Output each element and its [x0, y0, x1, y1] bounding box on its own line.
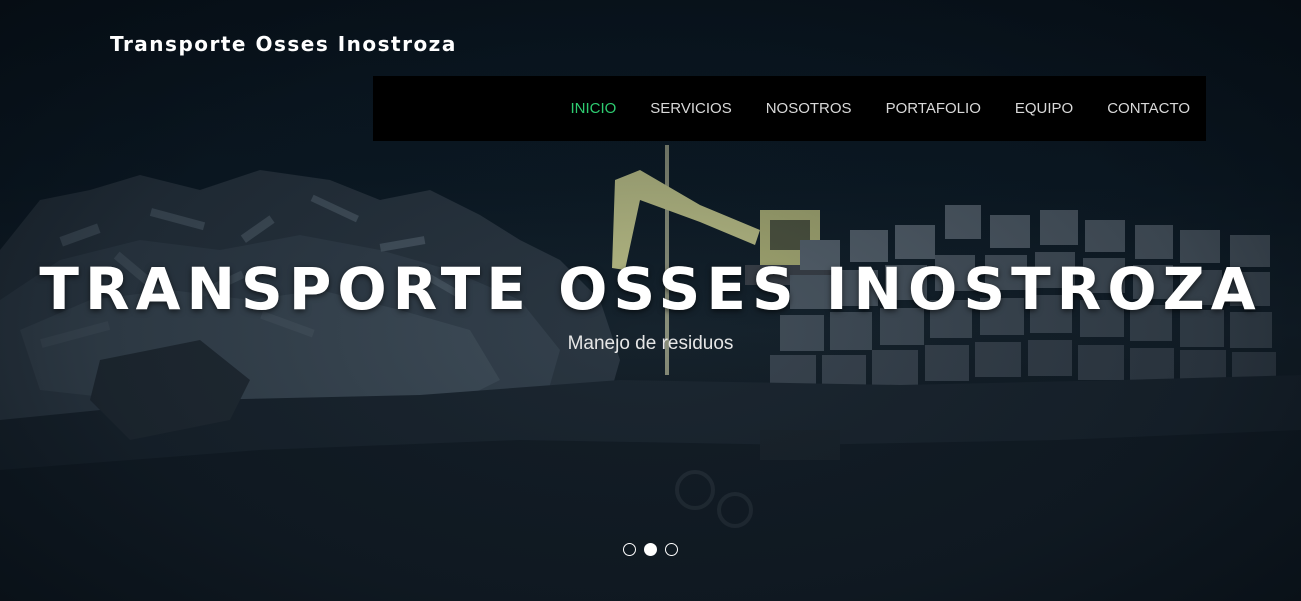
site-logo-title[interactable]: Transporte Osses Inostroza: [110, 32, 457, 56]
nav-item-portafolio[interactable]: PORTAFOLIO: [886, 100, 981, 117]
carousel-dot-2[interactable]: [644, 543, 657, 556]
carousel-dot-1[interactable]: [623, 543, 636, 556]
nav-item-contacto[interactable]: CONTACTO: [1107, 100, 1190, 117]
hero-headline: TRANSPORTE OSSES INOSTROZA: [39, 255, 1262, 323]
nav-item-inicio[interactable]: INICIO: [570, 100, 616, 117]
carousel-indicators: [0, 543, 1301, 556]
carousel-dot-3[interactable]: [665, 543, 678, 556]
hero-subtitle: Manejo de residuos: [567, 333, 734, 354]
main-navbar: INICIO SERVICIOS NOSOTROS PORTAFOLIO EQU…: [373, 76, 1206, 141]
nav-menu: INICIO SERVICIOS NOSOTROS PORTAFOLIO EQU…: [536, 76, 1190, 141]
nav-item-servicios[interactable]: SERVICIOS: [650, 100, 731, 117]
nav-item-nosotros[interactable]: NOSOTROS: [766, 100, 852, 117]
hero-banner: Transporte Osses Inostroza INICIO SERVIC…: [0, 0, 1301, 601]
nav-item-equipo[interactable]: EQUIPO: [1015, 100, 1073, 117]
